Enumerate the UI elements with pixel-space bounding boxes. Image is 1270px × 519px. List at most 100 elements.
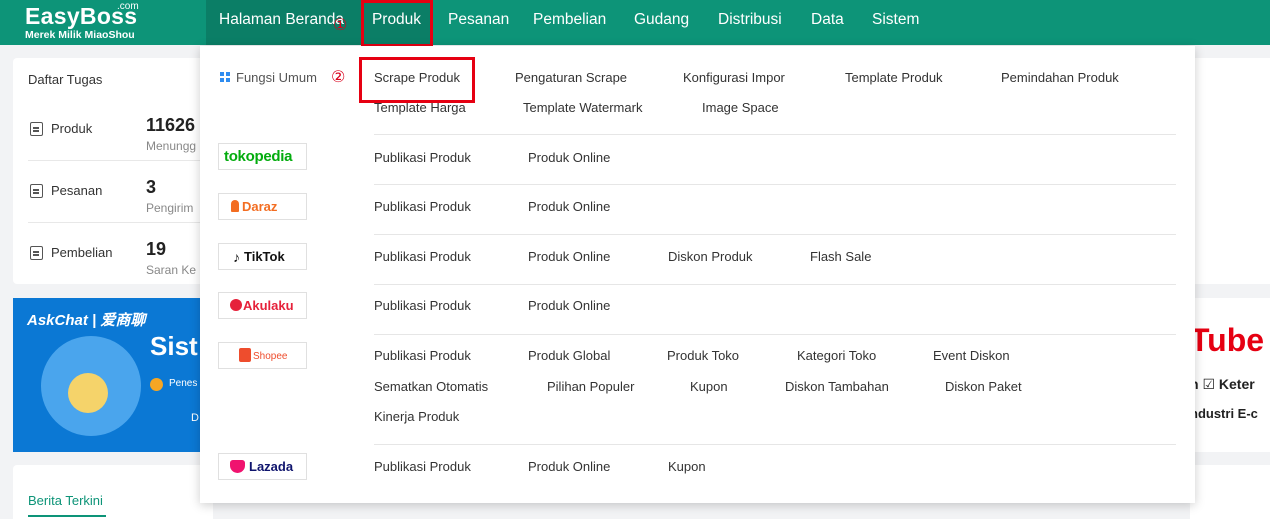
task-sub: Pengirim bbox=[146, 201, 194, 215]
logo-subtitle: Merek Milik MiaoShou bbox=[25, 29, 135, 41]
divider bbox=[374, 444, 1176, 445]
daraz-logo: Daraz bbox=[218, 193, 307, 220]
menu-shopee-kinerja[interactable]: Kinerja Produk bbox=[374, 409, 459, 425]
grid-icon bbox=[220, 72, 231, 83]
task-count: 11626 bbox=[146, 115, 196, 135]
nav-pesanan[interactable]: Pesanan bbox=[448, 0, 509, 45]
menu-lazada-online[interactable]: Produk Online bbox=[528, 459, 610, 475]
menu-image-space[interactable]: Image Space bbox=[702, 100, 779, 116]
divider bbox=[374, 134, 1176, 135]
menu-shopee-kupon[interactable]: Kupon bbox=[690, 379, 728, 395]
task-row-pesanan[interactable]: Pesanan 3 Pengirim bbox=[28, 177, 213, 242]
divider bbox=[374, 334, 1176, 335]
banner-title: AskChat | 爱商聊 bbox=[27, 312, 146, 329]
logo-text: tokopedia bbox=[224, 148, 293, 165]
lazada-icon bbox=[230, 460, 245, 473]
task-count: 3 bbox=[146, 177, 157, 197]
menu-template-produk[interactable]: Template Produk bbox=[845, 70, 943, 86]
banner-text: n ☑ Keter bbox=[1190, 376, 1255, 392]
document-icon bbox=[30, 122, 43, 136]
produk-dropdown-menu: Fungsi Umum ② Scrape Produk Pengaturan S… bbox=[200, 46, 1195, 503]
highlight-box-produk bbox=[361, 0, 433, 47]
task-row-pembelian[interactable]: Pembelian 19 Saran Ke bbox=[28, 239, 213, 304]
purchase-icon bbox=[30, 246, 43, 260]
shopee-icon bbox=[239, 348, 251, 362]
news-card: Berita Terkini bbox=[13, 465, 213, 519]
tab-berita-terkini[interactable]: Berita Terkini bbox=[28, 493, 103, 508]
menu-shopee-sematkan[interactable]: Sematkan Otomatis bbox=[374, 379, 488, 395]
menu-konfigurasi-impor[interactable]: Konfigurasi Impor bbox=[683, 70, 785, 86]
menu-template-watermark[interactable]: Template Watermark bbox=[523, 100, 642, 116]
menu-daraz-publikasi[interactable]: Publikasi Produk bbox=[374, 199, 471, 215]
menu-shopee-diskon-tambahan[interactable]: Diskon Tambahan bbox=[785, 379, 889, 395]
banner-heading: Tube I bbox=[1190, 322, 1270, 358]
menu-akulaku-publikasi[interactable]: Publikasi Produk bbox=[374, 298, 471, 314]
right-card bbox=[1190, 58, 1270, 284]
task-sub: Menungg bbox=[146, 139, 197, 153]
nav-gudang[interactable]: Gudang bbox=[634, 0, 689, 45]
menu-tiktok-flash-sale[interactable]: Flash Sale bbox=[810, 249, 871, 265]
divider bbox=[28, 160, 213, 161]
menu-tiktok-online[interactable]: Produk Online bbox=[528, 249, 610, 265]
task-sub: Saran Ke bbox=[146, 263, 197, 277]
tiktok-logo: ♪ TikTok bbox=[218, 243, 307, 270]
divider bbox=[374, 184, 1176, 185]
shopee-logo: Shopee bbox=[218, 342, 307, 369]
nav-distribusi[interactable]: Distribusi bbox=[718, 0, 782, 45]
highlight-box-scrape-produk bbox=[359, 57, 475, 103]
menu-akulaku-online[interactable]: Produk Online bbox=[528, 298, 610, 314]
menu-tokopedia-publikasi[interactable]: Publikasi Produk bbox=[374, 150, 471, 166]
menu-tiktok-publikasi[interactable]: Publikasi Produk bbox=[374, 249, 471, 265]
menu-shopee-populer[interactable]: Pilihan Populer bbox=[547, 379, 634, 395]
logo-text: Daraz bbox=[242, 199, 278, 214]
logo[interactable]: EasyBoss .com Merek Milik MiaoShou bbox=[25, 1, 165, 43]
task-list-card: Daftar Tugas Produk 11626 Menungg Pesana… bbox=[13, 58, 213, 284]
tokopedia-logo: tokopedia bbox=[218, 143, 307, 170]
nav-data[interactable]: Data bbox=[811, 0, 844, 45]
logo-brand: EasyBoss bbox=[25, 3, 138, 29]
headset-illustration-core bbox=[68, 373, 108, 413]
divider bbox=[374, 234, 1176, 235]
youtube-banner[interactable]: Tube I n ☑ Keter ndustri E-c bbox=[1190, 298, 1270, 452]
menu-shopee-publikasi[interactable]: Publikasi Produk bbox=[374, 348, 471, 364]
nav-pembelian[interactable]: Pembelian bbox=[533, 0, 606, 45]
menu-shopee-diskon-paket[interactable]: Diskon Paket bbox=[945, 379, 1022, 395]
askchat-banner[interactable]: AskChat | 爱商聊 Sist Penes D bbox=[13, 298, 203, 452]
task-row-produk[interactable]: Produk 11626 Menungg bbox=[28, 115, 213, 180]
right-news-card bbox=[1190, 465, 1270, 519]
tab-underline bbox=[28, 515, 106, 517]
akulaku-icon bbox=[230, 299, 242, 311]
menu-shopee-toko[interactable]: Produk Toko bbox=[667, 348, 739, 364]
logo-com: .com bbox=[117, 1, 139, 12]
banner-text-2: ndustri E-c bbox=[1190, 406, 1258, 421]
logo-text: TikTok bbox=[244, 249, 285, 264]
task-count: 19 bbox=[146, 239, 167, 259]
menu-tiktok-diskon[interactable]: Diskon Produk bbox=[668, 249, 753, 265]
banner-text: Penes bbox=[169, 378, 198, 389]
divider bbox=[28, 222, 213, 223]
step-2-marker: ② bbox=[331, 67, 346, 86]
logo-text: Akulaku bbox=[243, 298, 294, 313]
menu-shopee-event-diskon[interactable]: Event Diskon bbox=[933, 348, 1010, 364]
task-label: Pesanan bbox=[51, 183, 103, 198]
logo-text: Shopee bbox=[253, 351, 288, 362]
menu-shopee-kategori[interactable]: Kategori Toko bbox=[797, 348, 876, 364]
daraz-icon bbox=[231, 200, 239, 212]
step-1-marker: ① bbox=[333, 15, 348, 34]
banner-heading: Sist bbox=[150, 331, 198, 361]
nav-sistem[interactable]: Sistem bbox=[872, 0, 919, 45]
menu-pemindahan-produk[interactable]: Pemindahan Produk bbox=[1001, 70, 1119, 86]
banner-text-2: D bbox=[191, 412, 199, 424]
menu-tokopedia-online[interactable]: Produk Online bbox=[528, 150, 610, 166]
menu-lazada-publikasi[interactable]: Publikasi Produk bbox=[374, 459, 471, 475]
menu-daraz-online[interactable]: Produk Online bbox=[528, 199, 610, 215]
menu-lazada-kupon[interactable]: Kupon bbox=[668, 459, 706, 475]
order-icon bbox=[30, 184, 43, 198]
tiktok-icon: ♪ bbox=[233, 249, 240, 265]
divider bbox=[374, 284, 1176, 285]
menu-pengaturan-scrape[interactable]: Pengaturan Scrape bbox=[515, 70, 627, 86]
top-nav-bar: EasyBoss .com Merek Milik MiaoShou Halam… bbox=[0, 0, 1270, 45]
section-label-fungsi-umum: Fungsi Umum bbox=[236, 70, 317, 85]
akulaku-logo: Akulaku bbox=[218, 292, 307, 319]
menu-shopee-global[interactable]: Produk Global bbox=[528, 348, 610, 364]
